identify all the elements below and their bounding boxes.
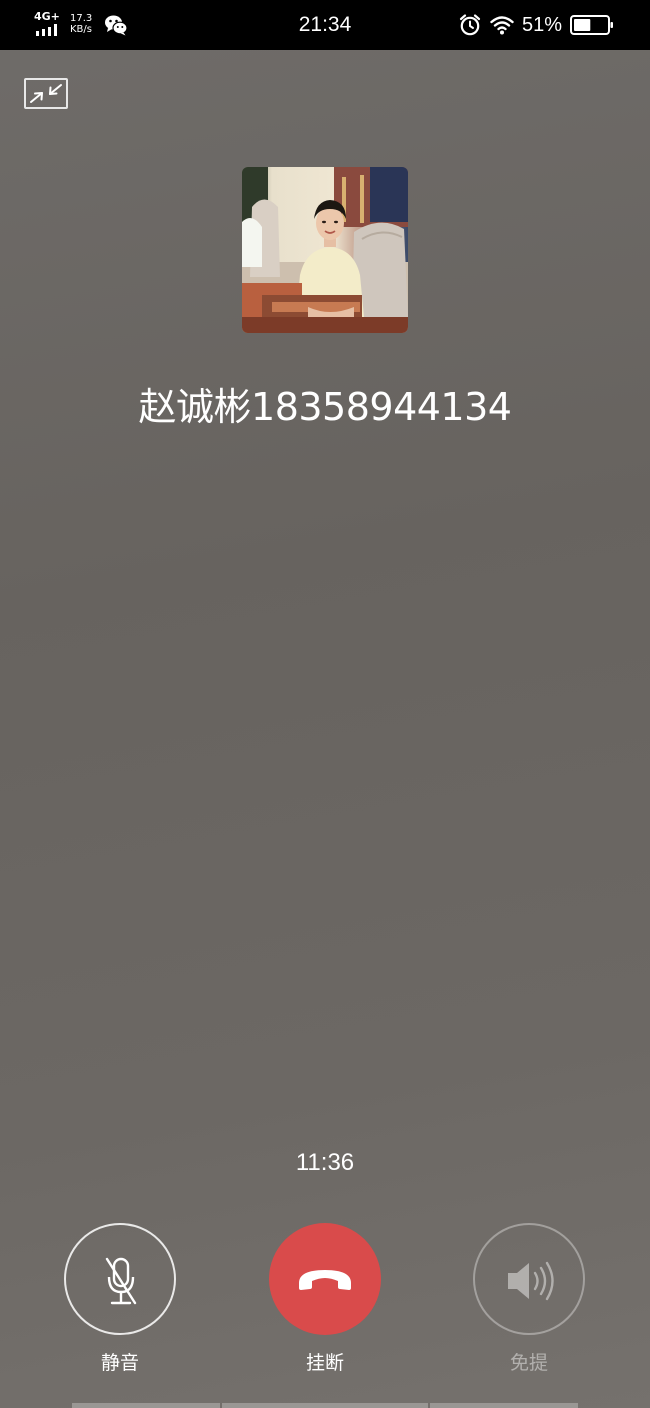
hang-up-label: 挂断 (305, 1352, 344, 1374)
battery-icon (570, 15, 613, 35)
battery-percent: 51% (521, 14, 562, 36)
alarm-icon (459, 14, 481, 36)
minimize-call-button[interactable] (24, 78, 68, 109)
speaker-icon (508, 1261, 554, 1301)
bottom-edge-strip (222, 1403, 428, 1408)
wifi-icon (490, 16, 514, 35)
hang-up-button[interactable] (269, 1223, 381, 1335)
phone-hangup-icon (299, 1270, 351, 1290)
mute-label: 静音 (100, 1352, 139, 1374)
voice-call-screen: 4G+ 17.3 KB/s 21:34 51% 赵诚彬18358944134 1… (0, 0, 650, 1408)
speaker-label: 免提 (509, 1352, 548, 1374)
microphone-muted-icon (105, 1257, 137, 1305)
bottom-edge-strip (72, 1403, 220, 1408)
contact-name: 赵诚彬18358944134 (138, 385, 512, 429)
avatar-photo (242, 167, 408, 333)
status-bar: 4G+ 17.3 KB/s 21:34 51% (0, 0, 650, 50)
bottom-edge-strip (430, 1403, 578, 1408)
speaker-button[interactable] (473, 1223, 585, 1335)
minimize-icon (30, 84, 62, 103)
contact-avatar (242, 167, 408, 333)
call-duration: 11:36 (295, 1149, 355, 1176)
status-right-group: 51% (458, 12, 614, 38)
mute-button[interactable] (64, 1223, 176, 1335)
